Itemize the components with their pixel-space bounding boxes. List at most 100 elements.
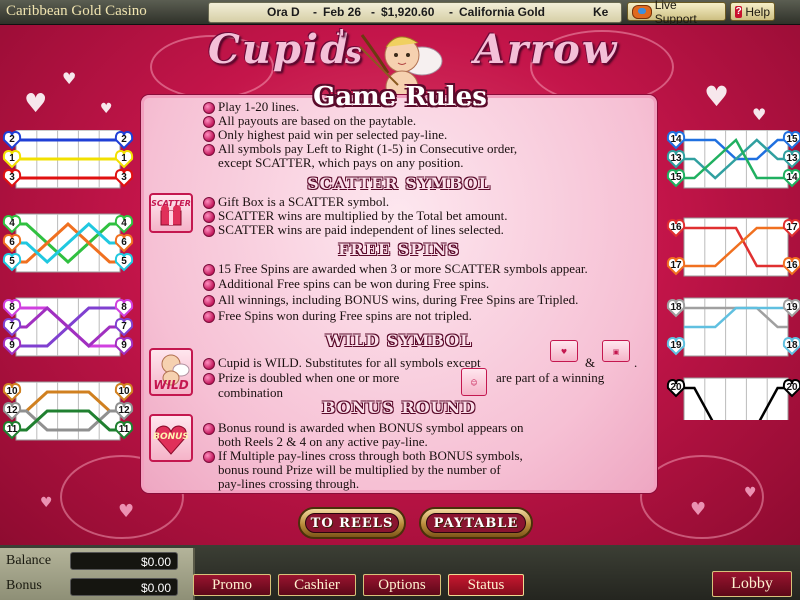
payline-number: 9 [9,340,15,351]
bullet-icon [203,130,215,142]
rule-text: pay-lines crossing through. [218,476,360,491]
rule-text: Only highest paid win per selected pay-l… [218,127,448,142]
rule-text: bonus round Prize will be multiplied by … [218,462,501,477]
player-name: Ora D [267,5,300,19]
help-button[interactable]: ? Help [730,2,775,21]
rule-text: . [634,355,638,370]
payline-number: 7 [9,321,15,332]
rule-text: All payouts are based on the paytable. [218,113,417,128]
to-reels-label: TO REELS [310,515,394,531]
promo-tab[interactable]: Promo [193,574,271,596]
payline-number: 20 [670,382,682,393]
payline-number: 9 [121,340,127,351]
rule-text: except SCATTER, which pays on any positi… [218,155,464,170]
bonus-label: Bonus [6,578,42,593]
payline-number: 8 [121,302,127,313]
payline-number: 13 [670,153,682,164]
scatter-mini-icon: ▣ [602,340,630,362]
rule-text: All winnings, including BONUS wins, duri… [218,292,579,307]
scatter-icon-label: SCATTER [151,199,191,208]
paytable-label: PAYTABLE [433,515,519,531]
bullet-icon [203,225,215,237]
bonus-value: $0.00 [70,578,178,596]
rule-text: Prize is doubled when one or more [218,370,400,385]
bullet-icon [203,264,215,276]
rules-heading: Game Rules [313,82,487,112]
payline-diagrams-left: 2 21 13 34 46 65 58 87 79 910 1012 1211 11 [2,130,134,441]
rule-text: Gift Box is a SCATTER symbol. [218,194,390,209]
payline-number: 13 [786,153,798,164]
session-tail: Ke [593,5,609,19]
payline-number: 19 [670,340,682,351]
payline-number: 11 [7,424,18,435]
cashier-tab[interactable]: Cashier [278,574,356,596]
lobby-button[interactable]: Lobby [712,571,792,597]
payline-number: 5 [9,256,15,267]
payline-number: 15 [670,172,682,183]
bullet-icon [203,295,215,307]
rule-text: Additional Free spins can be won during … [218,276,490,291]
payline-number: 2 [121,134,127,145]
bullet-icon [203,144,215,156]
bullet-icon [203,451,215,463]
casino-brand: Caribbean Gold Casino [6,3,147,19]
payline-number: 11 [119,424,130,435]
rule-text: If Multiple pay-lines cross through both… [218,448,523,463]
session-date: Feb 26 [323,5,362,19]
scatter-gift-icon: SCATTER [149,193,193,233]
title-word-cupid: Cupid [208,26,351,73]
top-bar: Caribbean Gold Casino Ora D - Feb 26 - $… [0,0,800,26]
payline-number: 10 [6,386,18,397]
bonus-icon-label: BONUS [153,432,189,442]
payline-number: 3 [9,172,15,183]
status-tab[interactable]: Status [448,574,524,596]
payline-diagrams-right: 14 13 15 15 13 14 16 17 17 16 18 19 19 18 20 20 [666,130,800,420]
rule-text: SCATTER wins are paid independent of lin… [218,222,504,237]
bonus-heading: BONUS ROUND [321,398,477,417]
wild-cupid-icon: WILD [149,348,193,396]
payline-number: 19 [786,302,798,313]
payline-number: 6 [121,237,127,248]
payline-number: 1 [9,153,15,164]
rule-text: 15 Free Spins are awarded when 3 or more… [218,261,588,276]
payline-number: 17 [670,260,682,271]
payline-number: 4 [121,218,127,229]
heart-icon: ♥ [118,501,135,522]
bullet-icon [203,211,215,223]
payline-number: 14 [670,134,682,145]
rule-text: Cupid is WILD. Substitutes for all symbo… [218,355,481,370]
session-game: California Gold [459,5,546,19]
rule-text: both Reels 2 & 4 on any active pay-line. [218,434,428,449]
payline-number: 4 [9,218,15,229]
payline-number: 12 [118,405,130,416]
to-reels-button[interactable]: TO REELS [298,507,406,539]
payline-number: 3 [121,172,127,183]
payline-number: 8 [9,302,15,313]
payline-number: 14 [786,172,798,183]
scatter-heading: SCATTER SYMBOL [307,174,491,193]
payline-number: 20 [786,382,798,393]
wild-heading: WILD SYMBOL [325,331,473,350]
heart-icon: ♥ [744,485,757,501]
payline-number: 18 [786,340,798,351]
payline-number: 17 [786,222,798,233]
payline-number: 2 [9,134,15,145]
bonus-mini-icon: ♥ [550,340,578,362]
session-amount: $1,920.60 [381,5,435,19]
rule-text: & [585,355,596,370]
wild-icon-label: WILD [153,378,189,392]
rule-text: SCATTER wins are multiplied by the Total… [218,208,508,223]
account-panel: Balance $0.00 Bonus $0.00 [0,548,195,600]
payline-number: 10 [118,386,130,397]
balance-value: $0.00 [70,552,178,570]
options-tab[interactable]: Options [363,574,441,596]
paytable-button[interactable]: PAYTABLE [419,507,533,539]
heart-icon: ♥ [690,499,707,520]
payline-number: 1 [121,153,127,164]
live-support-button[interactable]: Live Support [627,0,726,26]
bullet-icon [203,423,215,435]
balance-label: Balance [6,553,52,568]
payline-number: 5 [121,256,127,267]
payline-number: 7 [121,321,127,332]
bonus-heart-icon: BONUS [149,414,193,462]
